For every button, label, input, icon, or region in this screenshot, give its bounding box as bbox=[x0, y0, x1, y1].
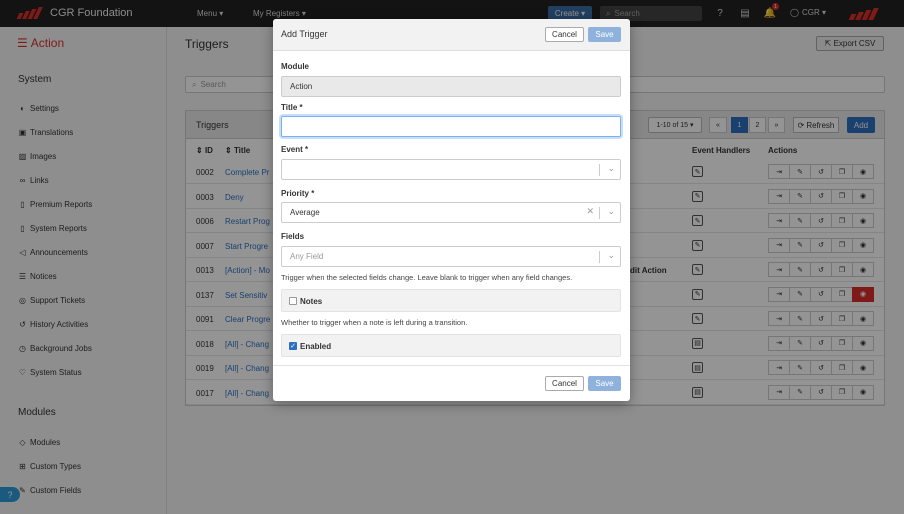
fields-help-text: Trigger when the selected fields change.… bbox=[281, 273, 573, 282]
cancel-button[interactable]: Cancel bbox=[545, 27, 584, 42]
title-input[interactable] bbox=[281, 116, 621, 137]
module-label: Module bbox=[281, 62, 309, 71]
enabled-checkbox[interactable]: ✓ bbox=[289, 342, 297, 350]
event-select[interactable]: ⌄ bbox=[281, 159, 621, 180]
modal-title: Add Trigger bbox=[281, 29, 328, 39]
module-field: Action bbox=[281, 76, 621, 97]
clear-icon[interactable]: ✕ bbox=[586, 206, 594, 217]
select-separator bbox=[599, 164, 600, 176]
footer-save-button[interactable]: Save bbox=[588, 376, 621, 391]
footer-cancel-button[interactable]: Cancel bbox=[545, 376, 584, 391]
fields-label: Fields bbox=[281, 232, 305, 241]
select-separator bbox=[599, 251, 600, 263]
save-button[interactable]: Save bbox=[588, 27, 621, 42]
priority-select[interactable]: Average ✕ ⌄ bbox=[281, 202, 621, 223]
enabled-row[interactable]: ✓ Enabled bbox=[281, 334, 621, 357]
modal-header: Add Trigger Cancel Save bbox=[273, 19, 630, 51]
notes-checkbox[interactable] bbox=[289, 297, 297, 305]
notes-label: Notes bbox=[300, 297, 323, 306]
priority-label: Priority * bbox=[281, 189, 315, 198]
notes-row[interactable]: Notes bbox=[281, 289, 621, 312]
title-label: Title * bbox=[281, 103, 303, 112]
chevron-down-icon: ⌄ bbox=[607, 250, 615, 260]
event-label: Event * bbox=[281, 145, 309, 154]
chevron-down-icon: ⌄ bbox=[607, 163, 615, 173]
modal-footer-divider bbox=[273, 365, 630, 366]
fields-select[interactable]: Any Field ⌄ bbox=[281, 246, 621, 267]
add-trigger-modal: Add Trigger Cancel Save Module Action Ti… bbox=[273, 19, 630, 401]
select-separator bbox=[599, 207, 600, 219]
chevron-down-icon: ⌄ bbox=[607, 206, 615, 216]
enabled-label: Enabled bbox=[300, 342, 332, 351]
notes-help-text: Whether to trigger when a note is left d… bbox=[281, 318, 468, 327]
